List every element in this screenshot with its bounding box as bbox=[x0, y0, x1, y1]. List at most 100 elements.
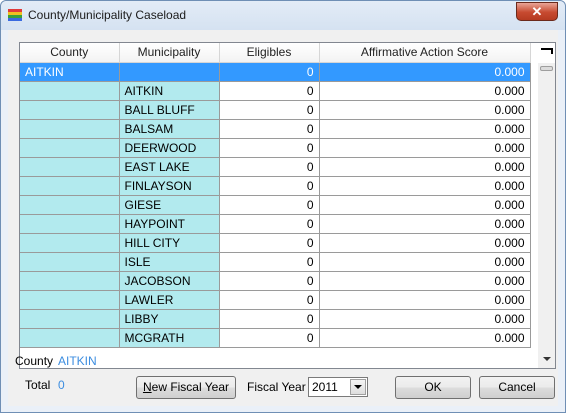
column-header-county[interactable]: County bbox=[20, 43, 120, 63]
table-row[interactable]: MCGRATH 0 0.000 bbox=[20, 328, 531, 348]
eligibles-cell[interactable]: 0 bbox=[219, 290, 320, 310]
grid-corner bbox=[538, 43, 555, 63]
score-cell[interactable]: 0.000 bbox=[319, 214, 531, 234]
municipality-cell[interactable]: LAWLER bbox=[119, 290, 220, 310]
municipality-cell[interactable]: BALL BLUFF bbox=[119, 100, 220, 120]
eligibles-cell[interactable]: 0 bbox=[219, 176, 320, 196]
municipality-cell[interactable]: GIESE bbox=[119, 195, 220, 215]
score-cell[interactable]: 0.000 bbox=[319, 119, 531, 139]
table-row[interactable]: JACOBSON 0 0.000 bbox=[20, 271, 531, 291]
county-label: County bbox=[15, 354, 54, 368]
score-cell[interactable]: 0.000 bbox=[319, 233, 531, 253]
score-cell[interactable]: 0.000 bbox=[319, 176, 531, 196]
eligibles-cell[interactable]: 0 bbox=[219, 195, 320, 215]
eligibles-cell[interactable]: 0 bbox=[219, 62, 320, 82]
column-header-municipality[interactable]: Municipality bbox=[119, 43, 220, 63]
score-cell[interactable]: 0.000 bbox=[319, 271, 531, 291]
table-row[interactable]: EAST LAKE 0 0.000 bbox=[20, 157, 531, 177]
new-fiscal-year-button[interactable]: New Fiscal Year bbox=[136, 376, 236, 399]
score-cell[interactable]: 0.000 bbox=[319, 290, 531, 310]
cancel-button[interactable]: Cancel bbox=[479, 376, 555, 399]
municipality-cell[interactable]: ISLE bbox=[119, 252, 220, 272]
municipality-cell[interactable]: JACOBSON bbox=[119, 271, 220, 291]
county-cell[interactable] bbox=[20, 252, 120, 272]
county-cell[interactable] bbox=[20, 290, 120, 310]
title-bar[interactable]: County/Municipality Caseload ✕ bbox=[1, 1, 565, 30]
municipality-cell[interactable]: DEERWOOD bbox=[119, 138, 220, 158]
municipality-cell[interactable]: EAST LAKE bbox=[119, 157, 220, 177]
table-row[interactable]: GIESE 0 0.000 bbox=[20, 195, 531, 215]
table-row[interactable]: AITKIN 0 0.000 bbox=[20, 62, 531, 82]
county-cell[interactable] bbox=[20, 214, 120, 234]
county-cell[interactable] bbox=[20, 309, 120, 329]
county-cell[interactable] bbox=[20, 119, 120, 139]
county-cell[interactable] bbox=[20, 138, 120, 158]
column-header-score[interactable]: Affirmative Action Score bbox=[319, 43, 531, 63]
county-cell[interactable] bbox=[20, 271, 120, 291]
score-cell[interactable]: 0.000 bbox=[319, 328, 531, 348]
header-row: County Municipality Eligibles Affirmativ… bbox=[20, 43, 531, 63]
eligibles-cell[interactable]: 0 bbox=[219, 138, 320, 158]
eligibles-cell[interactable]: 0 bbox=[219, 100, 320, 120]
scroll-thumb[interactable] bbox=[540, 66, 553, 71]
total-label: Total bbox=[25, 378, 51, 392]
score-cell[interactable]: 0.000 bbox=[319, 157, 531, 177]
dialog-body: County Municipality Eligibles Affirmativ… bbox=[8, 30, 558, 406]
municipality-cell[interactable]: MCGRATH bbox=[119, 328, 220, 348]
score-cell[interactable]: 0.000 bbox=[319, 309, 531, 329]
new-fiscal-year-label: ew Fiscal Year bbox=[151, 380, 230, 394]
score-cell[interactable]: 0.000 bbox=[319, 195, 531, 215]
table-row[interactable]: BALL BLUFF 0 0.000 bbox=[20, 100, 531, 120]
county-cell[interactable] bbox=[20, 157, 120, 177]
ok-button[interactable]: OK bbox=[395, 376, 471, 399]
county-cell[interactable] bbox=[20, 328, 120, 348]
dropdown-arrow-icon[interactable] bbox=[350, 379, 366, 395]
close-button[interactable]: ✕ bbox=[516, 2, 558, 21]
score-cell[interactable]: 0.000 bbox=[319, 100, 531, 120]
municipality-cell[interactable] bbox=[119, 62, 220, 82]
county-cell[interactable]: AITKIN bbox=[20, 62, 120, 82]
eligibles-cell[interactable]: 0 bbox=[219, 271, 320, 291]
eligibles-cell[interactable]: 0 bbox=[219, 119, 320, 139]
caseload-table: County Municipality Eligibles Affirmativ… bbox=[20, 43, 531, 348]
fiscal-year-label: Fiscal Year bbox=[247, 380, 306, 394]
scroll-down-arrow-icon[interactable] bbox=[543, 357, 551, 361]
table-row[interactable]: LAWLER 0 0.000 bbox=[20, 290, 531, 310]
municipality-cell[interactable]: LIBBY bbox=[119, 309, 220, 329]
score-cell[interactable]: 0.000 bbox=[319, 138, 531, 158]
county-cell[interactable] bbox=[20, 81, 120, 101]
eligibles-cell[interactable]: 0 bbox=[219, 81, 320, 101]
fiscal-year-select[interactable]: 2011 bbox=[308, 377, 368, 397]
county-cell[interactable] bbox=[20, 233, 120, 253]
eligibles-cell[interactable]: 0 bbox=[219, 157, 320, 177]
close-icon: ✕ bbox=[531, 4, 543, 19]
eligibles-cell[interactable]: 0 bbox=[219, 252, 320, 272]
table-row[interactable]: BALSAM 0 0.000 bbox=[20, 119, 531, 139]
eligibles-cell[interactable]: 0 bbox=[219, 214, 320, 234]
table-row[interactable]: FINLAYSON 0 0.000 bbox=[20, 176, 531, 196]
county-cell[interactable] bbox=[20, 195, 120, 215]
table-row[interactable]: DEERWOOD 0 0.000 bbox=[20, 138, 531, 158]
table-row[interactable]: LIBBY 0 0.000 bbox=[20, 309, 531, 329]
score-cell[interactable]: 0.000 bbox=[319, 62, 531, 82]
score-cell[interactable]: 0.000 bbox=[319, 81, 531, 101]
column-header-eligibles[interactable]: Eligibles bbox=[219, 43, 320, 63]
municipality-cell[interactable]: BALSAM bbox=[119, 119, 220, 139]
vertical-scrollbar[interactable] bbox=[538, 43, 555, 368]
municipality-cell[interactable]: HAYPOINT bbox=[119, 214, 220, 234]
score-cell[interactable]: 0.000 bbox=[319, 252, 531, 272]
eligibles-cell[interactable]: 0 bbox=[219, 233, 320, 253]
table-row[interactable]: HAYPOINT 0 0.000 bbox=[20, 214, 531, 234]
caseload-grid[interactable]: County Municipality Eligibles Affirmativ… bbox=[19, 42, 556, 369]
table-row[interactable]: HILL CITY 0 0.000 bbox=[20, 233, 531, 253]
eligibles-cell[interactable]: 0 bbox=[219, 328, 320, 348]
table-row[interactable]: ISLE 0 0.000 bbox=[20, 252, 531, 272]
table-row[interactable]: AITKIN 0 0.000 bbox=[20, 81, 531, 101]
total-value: 0 bbox=[58, 378, 65, 392]
eligibles-cell[interactable]: 0 bbox=[219, 309, 320, 329]
municipality-cell[interactable]: FINLAYSON bbox=[119, 176, 220, 196]
county-cell[interactable] bbox=[20, 100, 120, 120]
municipality-cell[interactable]: AITKIN bbox=[119, 81, 220, 101]
municipality-cell[interactable]: HILL CITY bbox=[119, 233, 220, 253]
county-cell[interactable] bbox=[20, 176, 120, 196]
